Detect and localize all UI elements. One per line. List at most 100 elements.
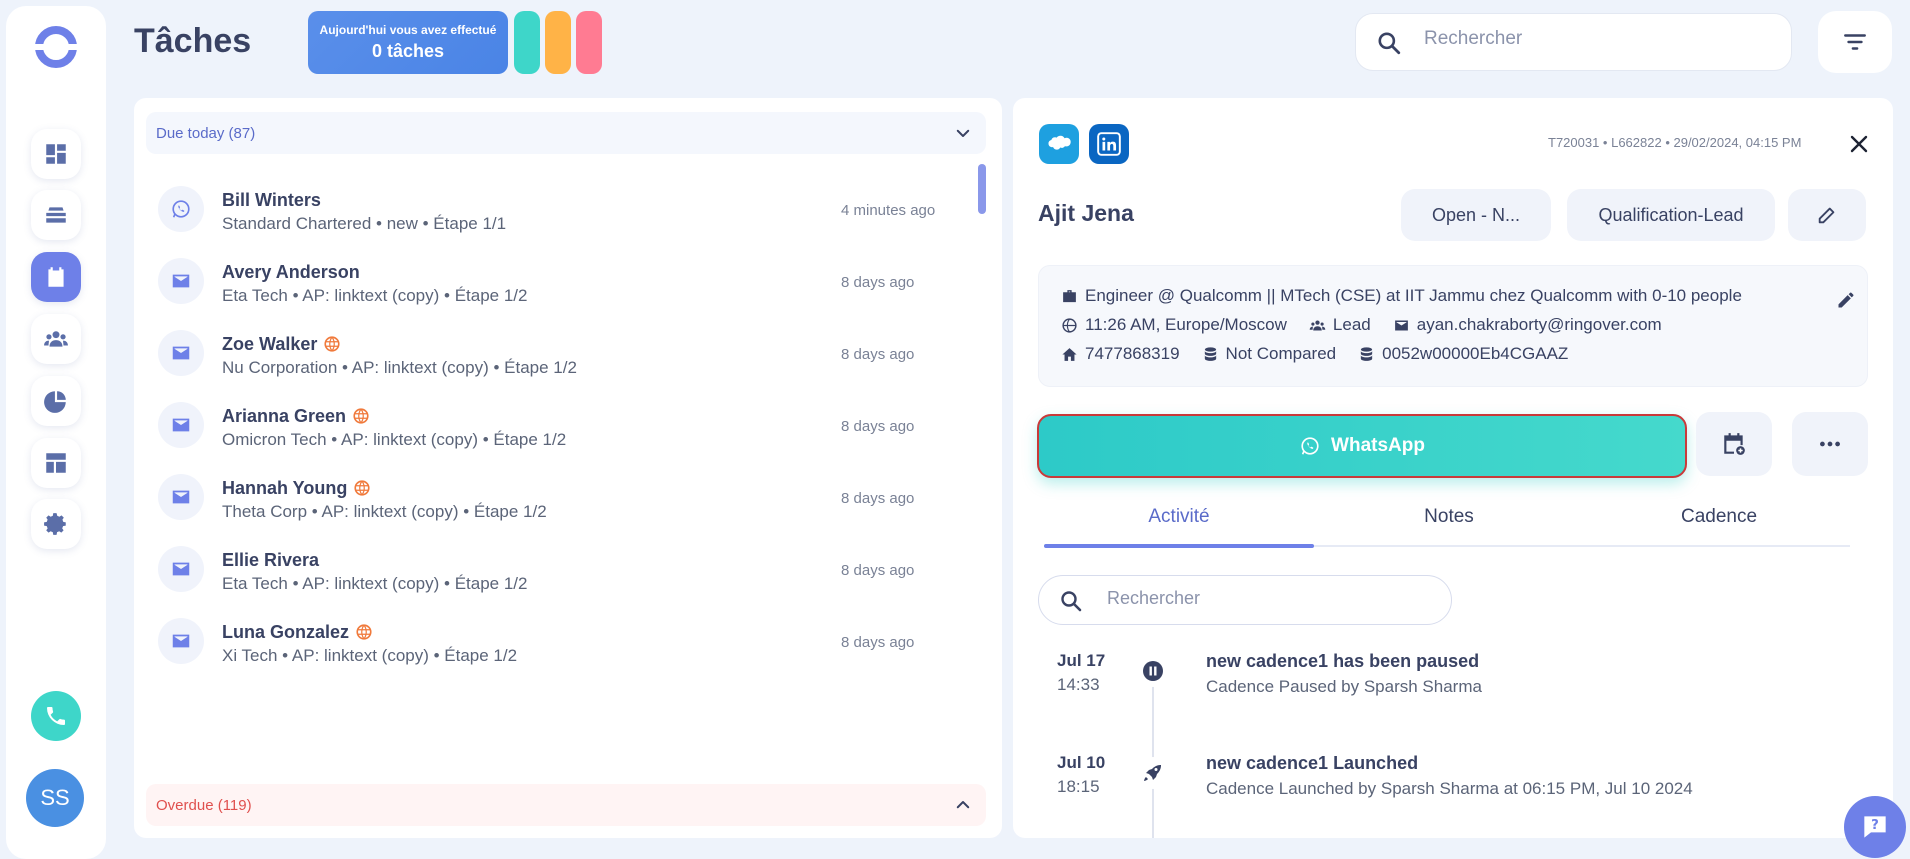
mail-channel-icon bbox=[158, 618, 204, 664]
edit-contact-button[interactable] bbox=[1788, 189, 1866, 241]
tab-cadence[interactable]: Cadence bbox=[1584, 506, 1854, 528]
contact-email[interactable]: ayan.chakraborty@ringover.com bbox=[1417, 315, 1662, 335]
task-details: Standard Chartered • new • Étape 1/1 bbox=[222, 214, 507, 233]
task-item[interactable]: Arianna Green Omicron Tech • AP: linktex… bbox=[158, 388, 938, 460]
stat-pill-pink[interactable] bbox=[576, 11, 602, 74]
task-time: 4 minutes ago bbox=[841, 202, 936, 219]
whatsapp-action-button[interactable]: WhatsApp bbox=[1037, 414, 1687, 478]
nav-settings[interactable] bbox=[31, 499, 81, 549]
contact-name[interactable]: Ajit Jena bbox=[1038, 200, 1134, 227]
task-time: 8 days ago bbox=[841, 346, 915, 363]
due-today-section-header[interactable]: Due today (87) bbox=[146, 112, 986, 154]
local-time: 11:26 AM, Europe/Moscow bbox=[1085, 315, 1287, 334]
briefcase-icon bbox=[1063, 289, 1076, 302]
task-contact-name: Zoe Walker bbox=[222, 334, 341, 355]
task-item[interactable]: Zoe Walker Nu Corporation • AP: linktext… bbox=[158, 316, 938, 388]
task-detail-panel: T720031 • L662822 • 29/02/2024, 04:15 PM… bbox=[1013, 98, 1893, 838]
job-title: Engineer @ Qualcomm || MTech (CSE) at II… bbox=[1085, 286, 1742, 305]
nav-people[interactable] bbox=[31, 314, 81, 364]
mail-icon bbox=[1394, 320, 1408, 330]
overdue-section-header[interactable]: Overdue (119) bbox=[146, 784, 986, 826]
chevron-up-icon bbox=[956, 801, 970, 809]
activity-hour: 14:33 bbox=[1057, 675, 1100, 694]
task-item[interactable]: Luna Gonzalez Xi Tech • AP: linktext (co… bbox=[158, 604, 938, 676]
activity-date: Jul 17 bbox=[1057, 651, 1106, 670]
task-list-panel: Due today (87) Bill Winters Standard Cha… bbox=[134, 98, 1002, 838]
close-icon[interactable] bbox=[1847, 132, 1871, 156]
task-item[interactable]: Bill Winters Standard Chartered • new • … bbox=[158, 172, 938, 244]
today-summary-label: Aujourd'hui vous avez effectué bbox=[319, 23, 497, 37]
mail-channel-icon bbox=[158, 474, 204, 520]
salesforce-icon bbox=[1048, 135, 1071, 150]
schedule-button[interactable] bbox=[1696, 412, 1772, 476]
app-logo-icon[interactable] bbox=[31, 22, 81, 72]
edit-icon bbox=[1818, 207, 1835, 224]
activity-search-input[interactable] bbox=[1107, 588, 1427, 609]
tab-notes[interactable]: Notes bbox=[1314, 506, 1584, 528]
compare-status: Not Compared bbox=[1225, 344, 1337, 363]
activity-item[interactable]: Jul 10 18:15 new cadence1 Launched Caden… bbox=[1013, 753, 1893, 833]
task-contact-name: Ellie Rivera bbox=[222, 550, 320, 570]
list-scrollbar[interactable] bbox=[978, 164, 986, 214]
tab-activity[interactable]: Activité bbox=[1044, 506, 1314, 528]
pause-icon bbox=[1137, 655, 1169, 687]
nav-dashboard[interactable] bbox=[31, 129, 81, 179]
contact-info-card: Engineer @ Qualcomm || MTech (CSE) at II… bbox=[1038, 265, 1868, 387]
job-row: Engineer @ Qualcomm || MTech (CSE) at II… bbox=[1061, 286, 1764, 306]
task-time: 8 days ago bbox=[841, 274, 915, 291]
stage-dropdown[interactable]: Qualification-Lead bbox=[1567, 189, 1775, 241]
task-time: 8 days ago bbox=[841, 562, 915, 579]
database-icon bbox=[1360, 346, 1373, 361]
timezone-warning-icon bbox=[354, 480, 370, 496]
user-avatar[interactable]: SS bbox=[26, 769, 84, 827]
stat-pill-orange[interactable] bbox=[545, 11, 571, 74]
mail-channel-icon bbox=[158, 330, 204, 376]
ids-row: 7477868319 Not Compared 0052w00000Eb4CGA… bbox=[1061, 344, 1590, 364]
filter-icon bbox=[1844, 34, 1866, 50]
task-item[interactable]: Ellie Rivera Eta Tech • AP: linktext (co… bbox=[158, 532, 938, 604]
activity-item[interactable]: Jul 17 14:33 new cadence1 has been pause… bbox=[1013, 651, 1893, 731]
task-details: Omicron Tech • AP: linktext (copy) • Éta… bbox=[222, 430, 567, 449]
task-time: 8 days ago bbox=[841, 490, 915, 507]
stat-pill-teal[interactable] bbox=[514, 11, 540, 74]
page-title: Tâches bbox=[134, 22, 252, 60]
more-options-button[interactable] bbox=[1792, 412, 1868, 476]
lead-people-icon bbox=[1309, 320, 1326, 330]
call-button[interactable] bbox=[31, 691, 81, 741]
dashboard-icon bbox=[46, 144, 66, 164]
timezone-warning-icon bbox=[356, 624, 372, 640]
task-details: Nu Corporation • AP: linktext (copy) • É… bbox=[222, 358, 577, 377]
linkedin-link-button[interactable] bbox=[1089, 124, 1129, 164]
task-contact-name: Hannah Young bbox=[222, 478, 371, 499]
contact-phone[interactable]: 7477868319 bbox=[1085, 344, 1180, 364]
activity-description: Cadence Paused by Sparsh Sharma bbox=[1206, 677, 1482, 696]
whatsapp-icon bbox=[1301, 437, 1319, 455]
activity-title: new cadence1 has been paused bbox=[1206, 651, 1480, 671]
filter-button[interactable] bbox=[1818, 11, 1892, 73]
global-search-input[interactable] bbox=[1424, 28, 1764, 50]
crm-id[interactable]: 0052w00000Eb4CGAAZ bbox=[1382, 344, 1568, 364]
global-search[interactable] bbox=[1355, 13, 1792, 71]
linkedin-icon bbox=[1097, 132, 1121, 156]
due-today-label: Due today (87) bbox=[156, 124, 256, 142]
nav-templates[interactable] bbox=[31, 438, 81, 488]
help-button[interactable]: ? bbox=[1844, 796, 1906, 858]
task-details: Eta Tech • AP: linktext (copy) • Étape 1… bbox=[222, 286, 528, 305]
svg-text:?: ? bbox=[1871, 818, 1879, 833]
tasks-icon bbox=[48, 267, 64, 287]
cadences-icon bbox=[46, 207, 66, 223]
task-contact-name: Luna Gonzalez bbox=[222, 622, 373, 643]
nav-cadences[interactable] bbox=[31, 190, 81, 240]
activity-search[interactable] bbox=[1038, 575, 1452, 625]
nav-stats[interactable] bbox=[31, 376, 81, 426]
nav-tasks[interactable] bbox=[31, 252, 81, 302]
task-item[interactable]: Avery Anderson Eta Tech • AP: linktext (… bbox=[158, 244, 938, 316]
task-item[interactable]: Hannah Young Theta Corp • AP: linktext (… bbox=[158, 460, 938, 532]
status-dropdown[interactable]: Open - N... bbox=[1401, 189, 1551, 241]
task-details: Xi Tech • AP: linktext (copy) • Étape 1/… bbox=[222, 646, 518, 665]
templates-icon bbox=[46, 453, 66, 473]
task-contact-name: Avery Anderson bbox=[222, 262, 360, 282]
salesforce-link-button[interactable] bbox=[1039, 124, 1079, 164]
pencil-icon[interactable] bbox=[1836, 290, 1856, 310]
activity-description: Cadence Launched by Sparsh Sharma at 06:… bbox=[1206, 779, 1693, 798]
